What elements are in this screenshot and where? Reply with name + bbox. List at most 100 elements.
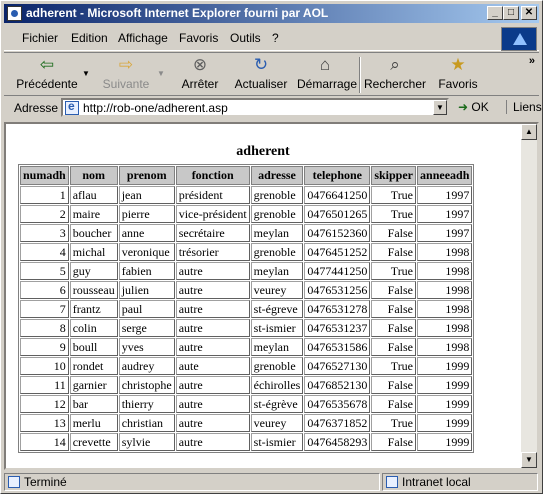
- menu-affichage[interactable]: Affichage: [118, 31, 168, 45]
- table-cell-anneeadh: 1999: [417, 414, 473, 432]
- table-cell-fonction: autre: [175, 281, 250, 299]
- table-cell-prenom: christophe: [118, 376, 175, 394]
- stop-button[interactable]: ⊗ Arrêter: [178, 55, 222, 95]
- table-cell-prenom: jean: [118, 186, 175, 204]
- table-cell-anneeadh: 1999: [417, 357, 473, 375]
- minimize-button[interactable]: _: [487, 6, 503, 20]
- table-cell-anneeadh: 1998: [417, 338, 473, 356]
- table-cell-nom: michal: [69, 243, 118, 261]
- scroll-down-icon[interactable]: ▼: [521, 452, 537, 468]
- menu-favoris[interactable]: Favoris: [179, 31, 218, 45]
- table-cell-prenom: veronique: [118, 243, 175, 261]
- table-cell-numadh: 9: [20, 338, 69, 356]
- table-cell-anneeadh: 1997: [417, 224, 473, 242]
- scroll-up-icon[interactable]: ▲: [521, 124, 537, 140]
- refresh-button[interactable]: ↻ Actualiser: [234, 55, 288, 95]
- column-header: adresse: [250, 166, 304, 185]
- table-row: 1 aflau jean président grenoble 0476641250 Tru…: [20, 186, 473, 204]
- table-row: 5 guy fabien autre meylan 0477441250 True 1998: [20, 262, 473, 280]
- table-cell-telephone: 0476531237: [304, 319, 371, 337]
- table-cell-prenom: julien: [118, 281, 175, 299]
- table-cell-fonction: autre: [175, 262, 250, 280]
- table-cell-numadh: 2: [20, 205, 69, 223]
- table-cell-nom: maire: [69, 205, 118, 223]
- forward-dropdown-icon[interactable]: ▼: [157, 69, 165, 78]
- table-cell-numadh: 10: [20, 357, 69, 375]
- table-cell-anneeadh: 1998: [417, 319, 473, 337]
- table-cell-adresse: veurey: [250, 281, 304, 299]
- search-button[interactable]: ⌕ Rechercher: [364, 55, 426, 95]
- table-cell-adresse: échirolles: [250, 376, 304, 394]
- menu-fichier[interactable]: Fichier: [22, 31, 58, 45]
- menu-help[interactable]: ?: [272, 31, 279, 45]
- favorites-button[interactable]: ★ Favoris: [436, 55, 480, 95]
- table-row: 12 bar thierry autre st-égrève 0476535678 Fals…: [20, 395, 473, 413]
- table-cell-nom: frantz: [69, 300, 118, 318]
- back-button[interactable]: ⇦ Précédente: [16, 55, 78, 95]
- stop-icon: ⊗: [192, 55, 208, 74]
- table-cell-prenom: pierre: [118, 205, 175, 223]
- table-cell-numadh: 3: [20, 224, 69, 242]
- status-panel: Terminé: [4, 473, 380, 491]
- table-cell-anneeadh: 1997: [417, 186, 473, 204]
- links-button[interactable]: Liens: [506, 100, 542, 114]
- table-cell-fonction: autre: [175, 395, 250, 413]
- table-cell-prenom: paul: [118, 300, 175, 318]
- home-button[interactable]: ⌂ Démarrage: [297, 55, 357, 95]
- standard-toolbar: ⇦ Précédente ▼ ⇨ Suivante ▼ ⊗ Arrêter ↻ …: [4, 52, 539, 96]
- forward-arrow-icon: ⇨: [118, 55, 134, 74]
- status-bar: Terminé Intranet local: [4, 472, 539, 492]
- table-cell-nom: merlu: [69, 414, 118, 432]
- address-url[interactable]: http://rob-one/adherent.asp: [83, 101, 228, 115]
- go-button[interactable]: ➜ OK: [458, 100, 489, 114]
- table-cell-nom: colin: [69, 319, 118, 337]
- page-icon: [65, 99, 79, 115]
- menu-outils[interactable]: Outils: [230, 31, 261, 45]
- table-cell-skipper: True: [371, 186, 417, 204]
- table-cell-skipper: True: [371, 414, 417, 432]
- address-input[interactable]: http://rob-one/adherent.asp ▼: [61, 98, 449, 117]
- toolbar-overflow-chevron[interactable]: »: [529, 55, 535, 67]
- toolbar-separator: [359, 57, 361, 93]
- table-cell-anneeadh: 1999: [417, 433, 473, 451]
- table-cell-fonction: autre: [175, 319, 250, 337]
- address-dropdown-icon[interactable]: ▼: [433, 100, 447, 115]
- back-dropdown-icon[interactable]: ▼: [82, 69, 90, 78]
- table-cell-nom: garnier: [69, 376, 118, 394]
- menu-edition[interactable]: Edition: [71, 31, 108, 45]
- table-cell-prenom: serge: [118, 319, 175, 337]
- forward-button[interactable]: ⇨ Suivante: [98, 55, 154, 95]
- column-header: fonction: [175, 166, 250, 185]
- table-row: 4 michal veronique trésorier grenoble 0476451…: [20, 243, 473, 261]
- table-cell-anneeadh: 1999: [417, 376, 473, 394]
- table-cell-fonction: trésorier: [175, 243, 250, 261]
- vertical-scrollbar[interactable]: ▲ ▼: [521, 124, 537, 468]
- table-cell-nom: aflau: [69, 186, 118, 204]
- maximize-button[interactable]: □: [503, 6, 519, 20]
- table-cell-fonction: secrétaire: [175, 224, 250, 242]
- intranet-zone-icon: [386, 476, 398, 488]
- ie-app-icon[interactable]: [7, 6, 22, 21]
- table-cell-nom: boucher: [69, 224, 118, 242]
- table-cell-prenom: christian: [118, 414, 175, 432]
- page-content: adherent numadh nom prenom fonction adre…: [6, 124, 520, 468]
- table-cell-numadh: 11: [20, 376, 69, 394]
- table-cell-telephone: 0476501265: [304, 205, 371, 223]
- table-cell-prenom: anne: [118, 224, 175, 242]
- table-cell-prenom: fabien: [118, 262, 175, 280]
- title-bar[interactable]: adherent - Microsoft Internet Explorer f…: [4, 4, 539, 23]
- table-cell-adresse: veurey: [250, 414, 304, 432]
- table-cell-nom: rousseau: [69, 281, 118, 299]
- table-header-row: numadh nom prenom fonction adresse telep…: [20, 166, 473, 185]
- table-cell-adresse: st-égreve: [250, 300, 304, 318]
- table-cell-adresse: st-égrève: [250, 395, 304, 413]
- close-button[interactable]: ✕: [521, 6, 537, 20]
- table-cell-numadh: 7: [20, 300, 69, 318]
- table-cell-fonction: autre: [175, 338, 250, 356]
- table-cell-adresse: st-ismier: [250, 433, 304, 451]
- column-header: numadh: [20, 166, 69, 185]
- table-cell-nom: crevette: [69, 433, 118, 451]
- table-cell-skipper: True: [371, 357, 417, 375]
- table-cell-prenom: yves: [118, 338, 175, 356]
- table-cell-adresse: grenoble: [250, 186, 304, 204]
